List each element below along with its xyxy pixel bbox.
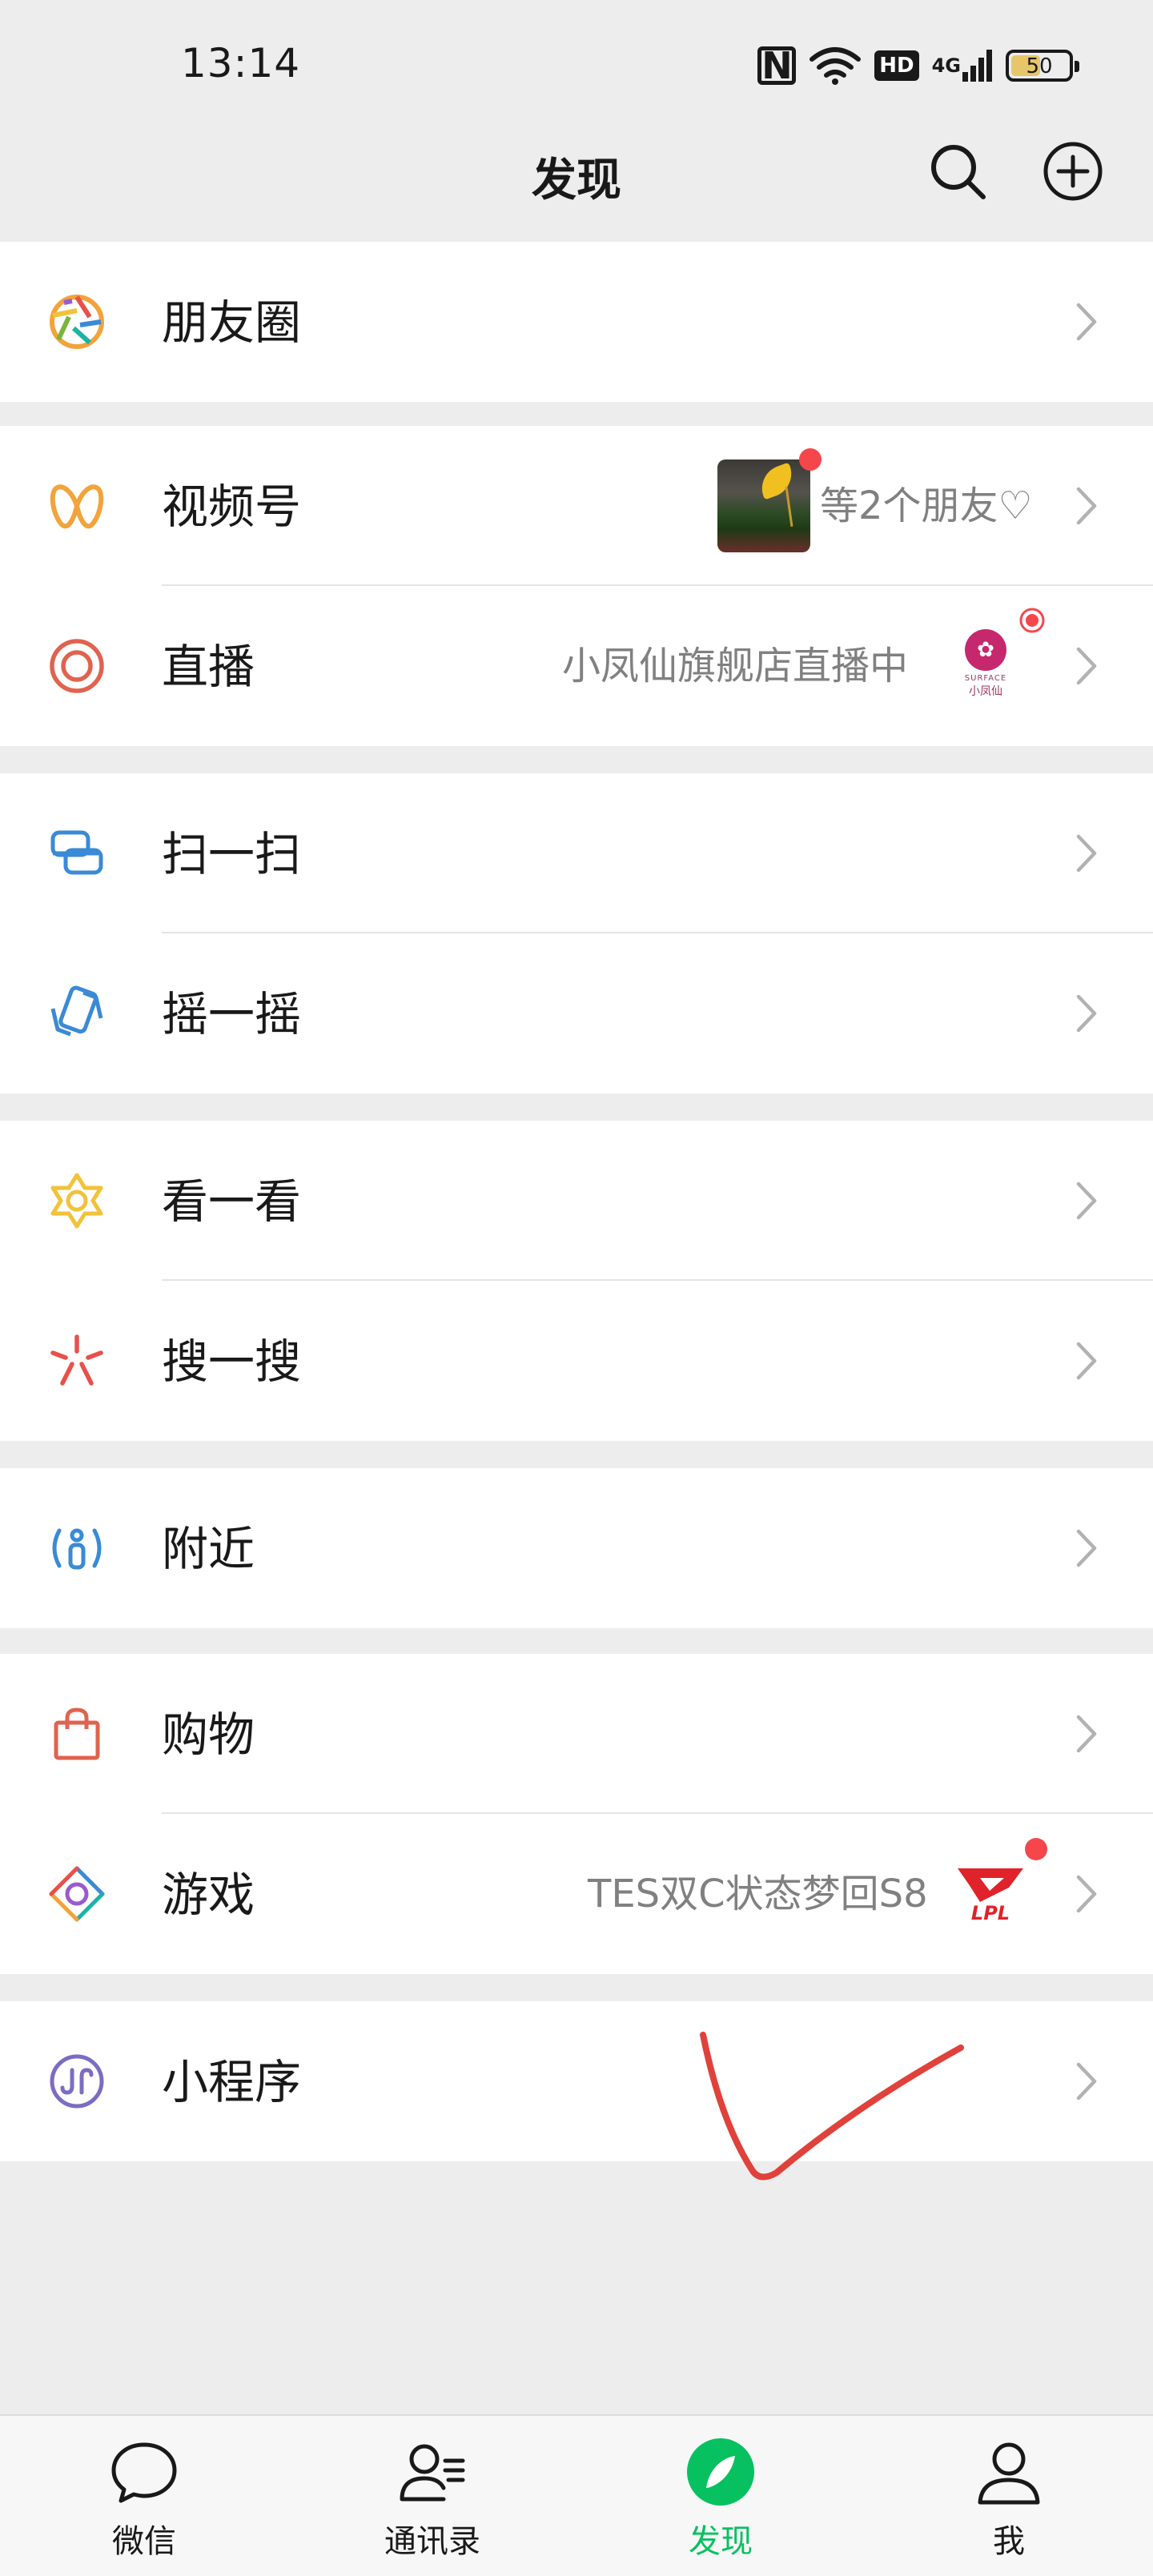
status-icons: N HD 4G 50 xyxy=(757,42,1079,90)
menu-item-label: 扫一扫 xyxy=(162,827,302,881)
badge-dot xyxy=(1025,1838,1047,1860)
shake-icon xyxy=(50,985,103,1037)
chevron-right-icon xyxy=(1076,2062,1097,2101)
badge-dot xyxy=(799,448,822,471)
person-icon xyxy=(978,2442,1040,2505)
games-promo-text: TES双C状态梦回S8 xyxy=(588,1872,928,1916)
bottom-tab-bar: 微信 通讯录 发现 我 xyxy=(0,2414,1153,2576)
chevron-right-icon xyxy=(1076,1529,1097,1567)
menu-item-label: 朋友圈 xyxy=(162,295,302,350)
channels-thumbnail xyxy=(717,459,810,552)
moments-aperture-icon xyxy=(50,295,104,349)
menu-item-label: 附近 xyxy=(162,1522,255,1576)
hd-icon: HD xyxy=(874,50,919,81)
search-icon[interactable] xyxy=(927,141,988,202)
cellular-signal-icon: 4G xyxy=(932,48,993,83)
chevron-right-icon xyxy=(1076,994,1097,1033)
contacts-icon xyxy=(400,2444,465,2502)
live-brand-logo: ✿ SURFACE 小凤仙 xyxy=(958,629,1014,708)
tab-label: 发现 xyxy=(689,2523,753,2560)
tab-label: 通讯录 xyxy=(384,2523,480,2560)
svg-text:LPL: LPL xyxy=(971,1902,1010,1924)
menu-item-shake[interactable]: 摇一摇 xyxy=(0,933,1153,1093)
chat-bubble-icon xyxy=(111,2442,177,2503)
chevron-right-icon xyxy=(1076,834,1097,873)
nfc-icon: N xyxy=(757,46,797,85)
games-icon xyxy=(49,1866,105,1922)
battery-percent: 50 xyxy=(1026,54,1053,78)
tab-discover[interactable]: 发现 xyxy=(576,2416,865,2576)
menu-item-scan[interactable]: 扫一扫 xyxy=(0,773,1153,933)
search-star-icon xyxy=(50,1334,103,1386)
status-bar: 13:14 N HD 4G 50 xyxy=(0,0,1153,128)
group-channels-live: 视频号 等2个朋友♡ 直播 小凤仙旗舰店直播中 ✿ SURFACE 小凤仙 xyxy=(0,426,1153,746)
live-status-text: 小凤仙旗舰店直播中 xyxy=(562,644,909,688)
wifi-icon xyxy=(809,45,862,86)
chevron-right-icon xyxy=(1076,1182,1097,1220)
menu-item-label: 看一看 xyxy=(162,1174,302,1229)
menu-item-nearby[interactable]: 附近 xyxy=(0,1468,1153,1628)
group-mini-programs: 小程序 xyxy=(0,2001,1153,2161)
chevron-right-icon xyxy=(1076,647,1097,685)
menu-item-label: 游戏 xyxy=(162,1868,255,1922)
battery-icon: 50 xyxy=(1006,50,1079,82)
menu-item-label: 直播 xyxy=(162,640,255,694)
menu-item-shopping[interactable]: 购物 xyxy=(0,1654,1153,1814)
tab-me[interactable]: 我 xyxy=(865,2416,1153,2576)
menu-item-label: 小程序 xyxy=(162,2055,302,2109)
nearby-icon xyxy=(52,1528,102,1570)
compass-icon xyxy=(687,2438,754,2506)
live-icon xyxy=(50,639,104,693)
group-nearby: 附近 xyxy=(0,1468,1153,1628)
tab-label: 我 xyxy=(993,2523,1025,2560)
channels-icon xyxy=(50,484,104,529)
tab-chats[interactable]: 微信 xyxy=(0,2416,288,2576)
menu-item-channels[interactable]: 视频号 等2个朋友♡ xyxy=(0,426,1153,586)
menu-item-label: 购物 xyxy=(162,1707,255,1762)
channels-friends-liked: 等2个朋友♡ xyxy=(820,484,1033,528)
status-time: 13:14 xyxy=(181,40,301,86)
chevron-right-icon xyxy=(1076,1875,1097,1913)
menu-item-mini-programs[interactable]: 小程序 xyxy=(0,2001,1153,2161)
menu-item-live[interactable]: 直播 小凤仙旗舰店直播中 ✿ SURFACE 小凤仙 xyxy=(0,586,1153,746)
chevron-right-icon xyxy=(1076,1342,1097,1380)
menu-item-search[interactable]: 搜一搜 xyxy=(0,1281,1153,1441)
top-stories-icon xyxy=(50,1173,103,1229)
menu-item-label: 视频号 xyxy=(162,479,302,534)
mini-programs-icon xyxy=(50,2054,104,2109)
menu-item-top-stories[interactable]: 看一看 xyxy=(0,1121,1153,1281)
chevron-right-icon xyxy=(1076,303,1097,341)
chevron-right-icon xyxy=(1076,487,1097,525)
shopping-bag-icon xyxy=(54,1707,100,1760)
lpl-logo: LPL xyxy=(958,1868,1023,1924)
chevron-right-icon xyxy=(1076,1715,1097,1753)
group-shopping-games: 购物 游戏 TES双C状态梦回S8 LPL xyxy=(0,1654,1153,1974)
group-moments: 朋友圈 xyxy=(0,242,1153,402)
tab-contacts[interactable]: 通讯录 xyxy=(288,2416,576,2576)
menu-item-label: 摇一摇 xyxy=(162,987,302,1041)
live-indicator-icon xyxy=(1019,608,1045,633)
menu-item-label: 搜一搜 xyxy=(162,1334,302,1389)
plus-circle-icon[interactable] xyxy=(1043,141,1103,202)
group-top-stories-search: 看一看 搜一搜 xyxy=(0,1121,1153,1441)
network-type: 4G xyxy=(931,54,961,77)
tab-label: 微信 xyxy=(112,2523,176,2560)
menu-item-games[interactable]: 游戏 TES双C状态梦回S8 LPL xyxy=(0,1814,1153,1974)
scan-icon xyxy=(50,830,103,875)
group-scan-shake: 扫一扫 摇一摇 xyxy=(0,773,1153,1093)
menu-item-moments[interactable]: 朋友圈 xyxy=(0,242,1153,402)
checkmark-annotation xyxy=(700,2032,964,2181)
